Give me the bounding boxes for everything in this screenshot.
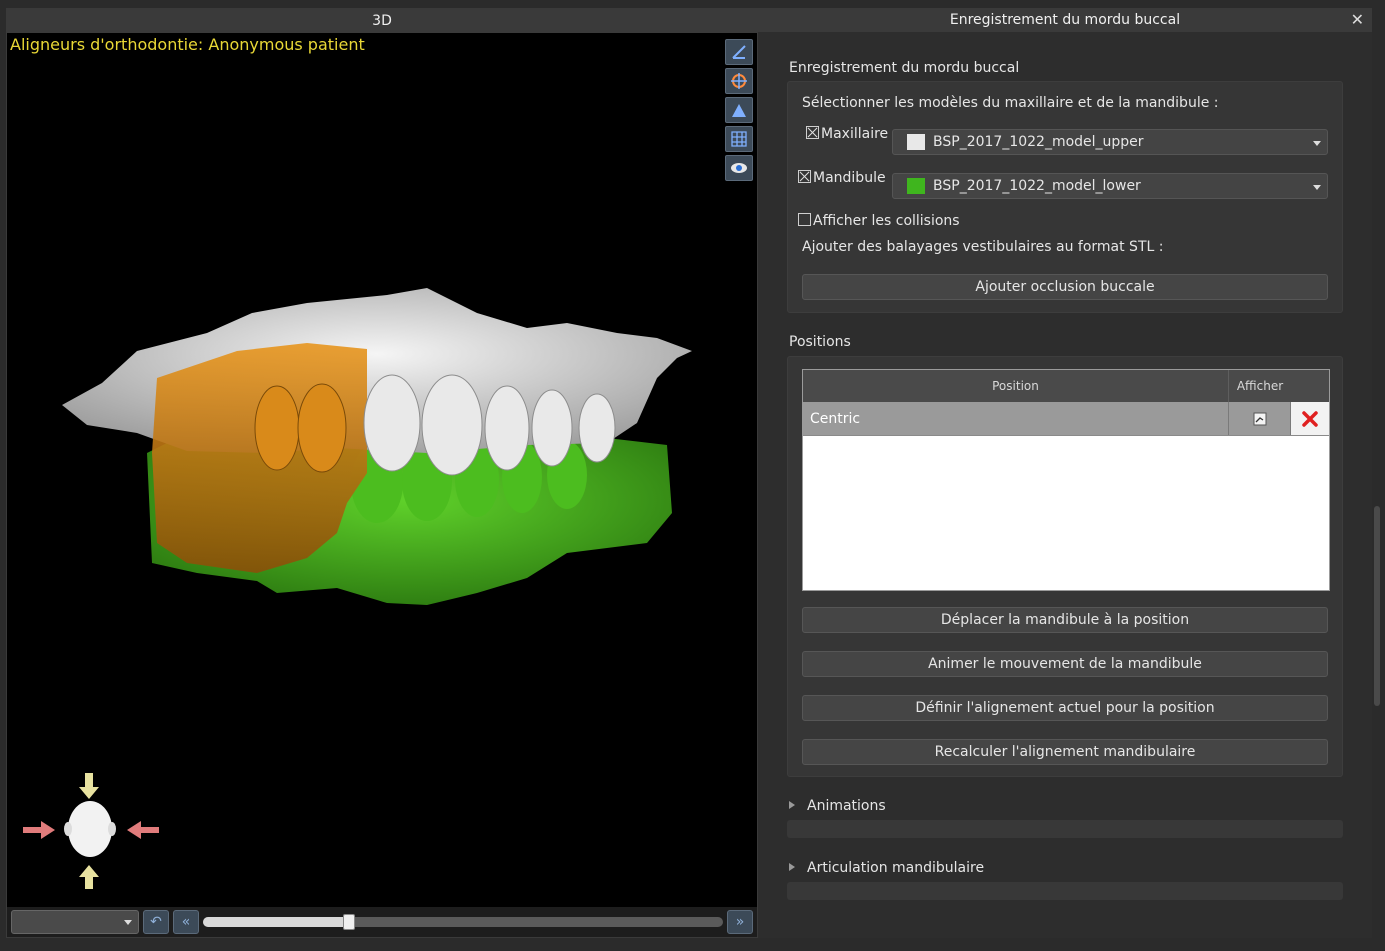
articulation-section-toggle[interactable]: Articulation mandibulaire xyxy=(789,860,984,876)
maxillaire-color-swatch xyxy=(907,134,925,150)
table-row[interactable]: Centric xyxy=(803,402,1329,436)
rewind-button[interactable]: « xyxy=(173,910,199,934)
undo-icon: ↶ xyxy=(150,914,162,930)
maxillaire-checkbox[interactable]: Maxillaire xyxy=(806,126,888,142)
maxillaire-model-select[interactable]: BSP_2017_1022_model_upper xyxy=(892,129,1328,155)
panel-scrollbar-thumb[interactable] xyxy=(1374,506,1380,706)
timeline-slider[interactable] xyxy=(203,914,723,930)
delete-position-cell[interactable] xyxy=(1291,402,1329,435)
animations-section-toggle[interactable]: Animations xyxy=(789,798,886,814)
mandibule-color-swatch xyxy=(907,178,925,194)
timeline-slider-handle[interactable] xyxy=(342,914,355,930)
model-selection-group: Sélectionner les modèles du maxillaire e… xyxy=(787,81,1343,313)
collisions-label: Afficher les collisions xyxy=(813,213,960,229)
orientation-head-widget[interactable] xyxy=(21,761,161,901)
expand-triangle-icon xyxy=(789,863,795,871)
positions-group: Position Afficher Centric Déplacer la ma… xyxy=(787,356,1343,777)
arrow-left-icon xyxy=(127,821,159,839)
animations-section-body xyxy=(787,820,1343,838)
rotate-view-icon[interactable] xyxy=(725,68,753,94)
column-header-position[interactable]: Position xyxy=(803,370,1229,402)
position-name-cell[interactable]: Centric xyxy=(803,402,1229,435)
3d-panel: 3D Aligneurs d'orthodontie: Anonymous pa… xyxy=(6,8,758,938)
delete-icon[interactable] xyxy=(1301,410,1319,428)
head-icon xyxy=(68,801,112,857)
column-header-afficher[interactable]: Afficher xyxy=(1229,370,1291,402)
recalculate-alignment-button[interactable]: Recalculer l'alignement mandibulaire xyxy=(802,739,1328,765)
positions-label: Positions xyxy=(789,334,851,350)
mandibule-checkbox[interactable]: Mandibule xyxy=(798,170,886,186)
panel-title: Enregistrement du mordu buccal ✕ xyxy=(758,8,1372,32)
collisions-checkbox[interactable]: Afficher les collisions xyxy=(798,213,960,229)
timeline-slider-fill xyxy=(203,917,349,927)
articulation-label: Articulation mandibulaire xyxy=(807,860,985,876)
maxillaire-model-value: BSP_2017_1022_model_upper xyxy=(933,134,1144,150)
articulation-section-body xyxy=(787,882,1343,900)
panel-title-text: Enregistrement du mordu buccal xyxy=(949,12,1181,28)
animate-mandible-button[interactable]: Animer le mouvement de la mandibule xyxy=(802,651,1328,677)
select-models-label: Sélectionner les modèles du maxillaire e… xyxy=(802,95,1219,111)
view-preset-select[interactable] xyxy=(11,910,139,934)
expand-triangle-icon xyxy=(789,801,795,809)
forward-button[interactable]: » xyxy=(727,910,753,934)
panel-scrollbar[interactable] xyxy=(1372,8,1385,938)
show-position-cell[interactable] xyxy=(1229,402,1291,435)
positions-table: Position Afficher Centric xyxy=(802,369,1330,591)
maxillaire-check-icon[interactable] xyxy=(806,126,819,139)
view-toolbar xyxy=(725,39,753,181)
show-position-icon[interactable] xyxy=(1253,412,1267,426)
bite-registration-panel: Enregistrement du mordu buccal ✕ Enregis… xyxy=(758,8,1372,938)
close-icon[interactable]: ✕ xyxy=(1351,8,1364,32)
collisions-check-icon[interactable] xyxy=(798,213,811,226)
set-alignment-button[interactable]: Définir l'alignement actuel pour la posi… xyxy=(802,695,1328,721)
3d-panel-title: 3D xyxy=(7,9,757,33)
arrow-up-icon xyxy=(79,773,99,799)
grid-view-icon[interactable] xyxy=(725,126,753,152)
maxillaire-label: Maxillaire xyxy=(821,126,889,142)
mandibule-label: Mandibule xyxy=(813,170,886,186)
mandibule-model-value: BSP_2017_1022_model_lower xyxy=(933,178,1141,194)
move-mandible-button[interactable]: Déplacer la mandibule à la position xyxy=(802,607,1328,633)
double-chevron-right-icon: » xyxy=(735,914,745,930)
elevation-view-icon[interactable] xyxy=(725,97,753,123)
table-header: Position Afficher xyxy=(803,370,1329,402)
3d-viewport[interactable]: Aligneurs d'orthodontie: Anonymous patie… xyxy=(7,33,757,908)
arrow-down-icon xyxy=(79,865,99,889)
add-occlusion-button[interactable]: Ajouter occlusion buccale xyxy=(802,274,1328,300)
double-chevron-left-icon: « xyxy=(181,914,191,930)
section-label: Enregistrement du mordu buccal xyxy=(789,60,1020,76)
arrow-right-icon xyxy=(23,821,55,839)
animations-label: Animations xyxy=(807,798,886,814)
undo-view-button[interactable]: ↶ xyxy=(143,910,169,934)
axis-view-icon[interactable] xyxy=(725,39,753,65)
timeline-bar: ↶ « » xyxy=(7,907,757,937)
add-scans-label: Ajouter des balayages vestibulaires au f… xyxy=(802,239,1164,255)
eye-view-icon[interactable] xyxy=(725,155,753,181)
mandibule-model-select[interactable]: BSP_2017_1022_model_lower xyxy=(892,173,1328,199)
mandibule-check-icon[interactable] xyxy=(798,170,811,183)
